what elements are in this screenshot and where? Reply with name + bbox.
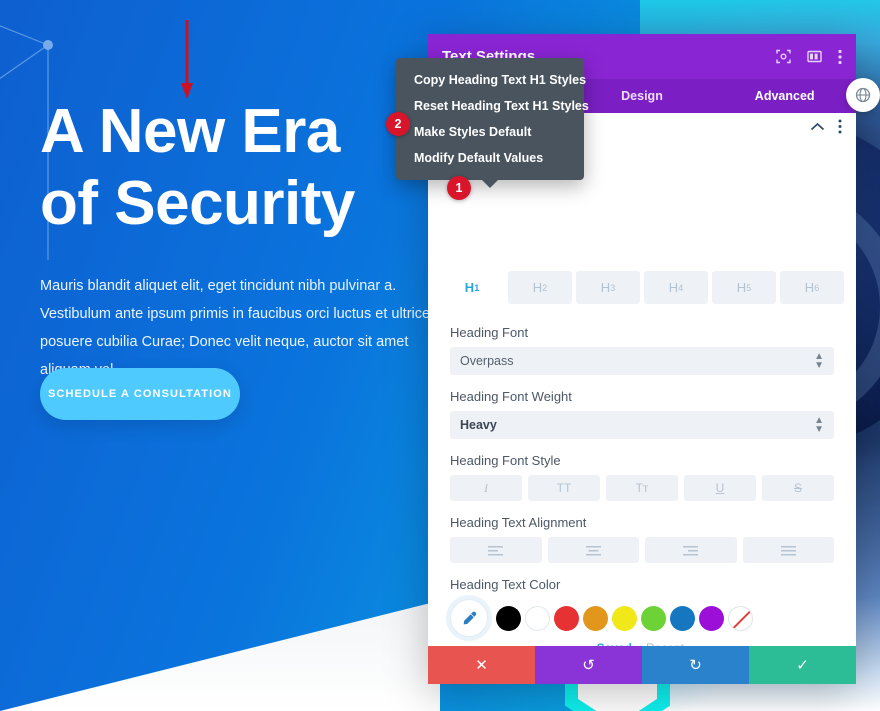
heading-font-label: Heading Font	[450, 325, 529, 340]
hero-title: A New Era of Security	[40, 96, 355, 240]
color-swatch-white[interactable]	[525, 605, 550, 631]
strikethrough-button[interactable]: S	[762, 475, 834, 501]
color-tab-row: Saved Recent	[597, 641, 684, 647]
color-swatch-purple[interactable]	[699, 605, 724, 631]
color-swatch-green[interactable]	[641, 605, 666, 631]
text-alignment-buttons	[450, 537, 834, 563]
screenshot-stage: A New Era of Security Mauris blandit ali…	[0, 0, 880, 711]
section-kebab-menu-icon[interactable]	[838, 119, 842, 134]
heading-tab-h6[interactable]: H6	[780, 271, 844, 304]
color-swatch-black[interactable]	[496, 605, 521, 631]
panel-footer: ✕ ↺ ↻ ✓	[428, 646, 856, 684]
kebab-menu-icon[interactable]	[838, 49, 842, 65]
color-swatch-row	[450, 599, 834, 637]
h3-label: H	[600, 280, 611, 295]
smallcaps-button[interactable]: Tᴛ	[606, 475, 678, 501]
hero-title-line2: of Security	[40, 169, 355, 238]
font-style-buttons: I TT Tᴛ U S	[450, 475, 834, 501]
uppercase-button[interactable]: TT	[528, 475, 600, 501]
h6-label: H	[804, 280, 815, 295]
h1-sub: 1	[474, 282, 480, 293]
align-center-icon[interactable]	[547, 537, 639, 563]
heading-font-weight-value: Heavy	[460, 418, 497, 432]
tab-design[interactable]: Design	[571, 79, 714, 113]
settings-form: Heading Font Overpass ▲ ▼ Heading Font We…	[428, 311, 856, 646]
hero-title-line1: A New Era	[40, 97, 340, 166]
color-swatch-red[interactable]	[554, 605, 579, 631]
saved-colors-tab[interactable]: Saved	[597, 641, 632, 647]
heading-font-style-label: Heading Font Style	[450, 453, 561, 468]
focus-target-icon[interactable]	[776, 49, 791, 64]
layout-columns-icon[interactable]	[807, 49, 822, 64]
hero-bottom-wedge	[0, 600, 440, 711]
color-more-options[interactable]: •••	[450, 643, 467, 646]
select-spinner-icon: ▲ ▼	[814, 415, 824, 435]
heading-tab-h4[interactable]: H4	[644, 271, 708, 304]
heading-font-value: Overpass	[460, 354, 514, 368]
h4-label: H	[668, 280, 679, 295]
context-menu: Copy Heading Text H1 Styles Reset Headin…	[396, 58, 589, 188]
heading-tab-h2[interactable]: H2	[508, 271, 572, 304]
undo-button[interactable]: ↺	[535, 646, 642, 684]
align-left-icon[interactable]	[450, 537, 542, 563]
h4-sub: 4	[678, 282, 684, 293]
heading-font-weight-label: Heading Font Weight	[450, 389, 572, 404]
save-button[interactable]: ✓	[749, 646, 856, 684]
color-swatch-blue[interactable]	[670, 605, 695, 631]
heading-text-color-label: Heading Text Color	[450, 577, 561, 592]
cancel-button[interactable]: ✕	[428, 646, 535, 684]
menu-item-reset-styles[interactable]: Reset Heading Text H1 Styles	[396, 93, 589, 119]
heading-tab-h5[interactable]: H5	[712, 271, 776, 304]
annotation-badge-1: 1	[447, 176, 471, 200]
heading-text-alignment-label: Heading Text Alignment	[450, 515, 587, 530]
globe-icon	[855, 87, 871, 103]
italic-button[interactable]: I	[450, 475, 522, 501]
underline-button[interactable]: U	[684, 475, 756, 501]
heading-tab-h1[interactable]: H1	[440, 271, 504, 304]
menu-item-copy-styles[interactable]: Copy Heading Text H1 Styles	[396, 67, 586, 93]
h3-sub: 3	[610, 282, 616, 293]
recent-colors-tab[interactable]: Recent	[646, 641, 684, 647]
eyedropper-button[interactable]	[450, 599, 488, 637]
annotation-badge-2: 2	[386, 112, 410, 136]
panel-body: H1 H2 H3 H4 H5 H6 Heading Font Overpass …	[428, 113, 856, 646]
h1-label: H	[464, 280, 475, 295]
floating-circle-button[interactable]	[846, 78, 880, 112]
schedule-consultation-button[interactable]: SCHEDULE A CONSULTATION	[40, 368, 240, 420]
h2-label: H	[532, 280, 543, 295]
menu-item-make-styles-default[interactable]: Make Styles Default	[396, 119, 584, 145]
color-swatch-orange[interactable]	[583, 605, 608, 631]
tab-advanced[interactable]: Advanced	[713, 79, 856, 113]
annotation-arrow-icon	[181, 20, 193, 99]
align-right-icon[interactable]	[645, 537, 737, 563]
heading-tab-h3[interactable]: H3	[576, 271, 640, 304]
h6-sub: 6	[814, 282, 820, 293]
h5-label: H	[736, 280, 747, 295]
color-swatch-none[interactable]	[728, 605, 753, 631]
heading-level-tabs: H1 H2 H3 H4 H5 H6	[428, 271, 856, 304]
redo-button[interactable]: ↻	[642, 646, 749, 684]
menu-item-modify-default-values[interactable]: Modify Default Values	[396, 145, 584, 171]
h2-sub: 2	[542, 282, 548, 293]
panel-header-icons	[776, 49, 842, 65]
heading-font-select[interactable]: Overpass ▲ ▼	[450, 347, 834, 375]
h5-sub: 5	[746, 282, 752, 293]
heading-font-weight-select[interactable]: Heavy ▲ ▼	[450, 411, 834, 439]
align-justify-icon[interactable]	[742, 537, 834, 563]
eyedropper-icon	[463, 611, 476, 624]
section-controls	[810, 119, 842, 134]
select-spinner-icon: ▲ ▼	[814, 351, 824, 371]
color-swatch-yellow[interactable]	[612, 605, 637, 631]
chevron-up-icon[interactable]	[810, 122, 825, 132]
